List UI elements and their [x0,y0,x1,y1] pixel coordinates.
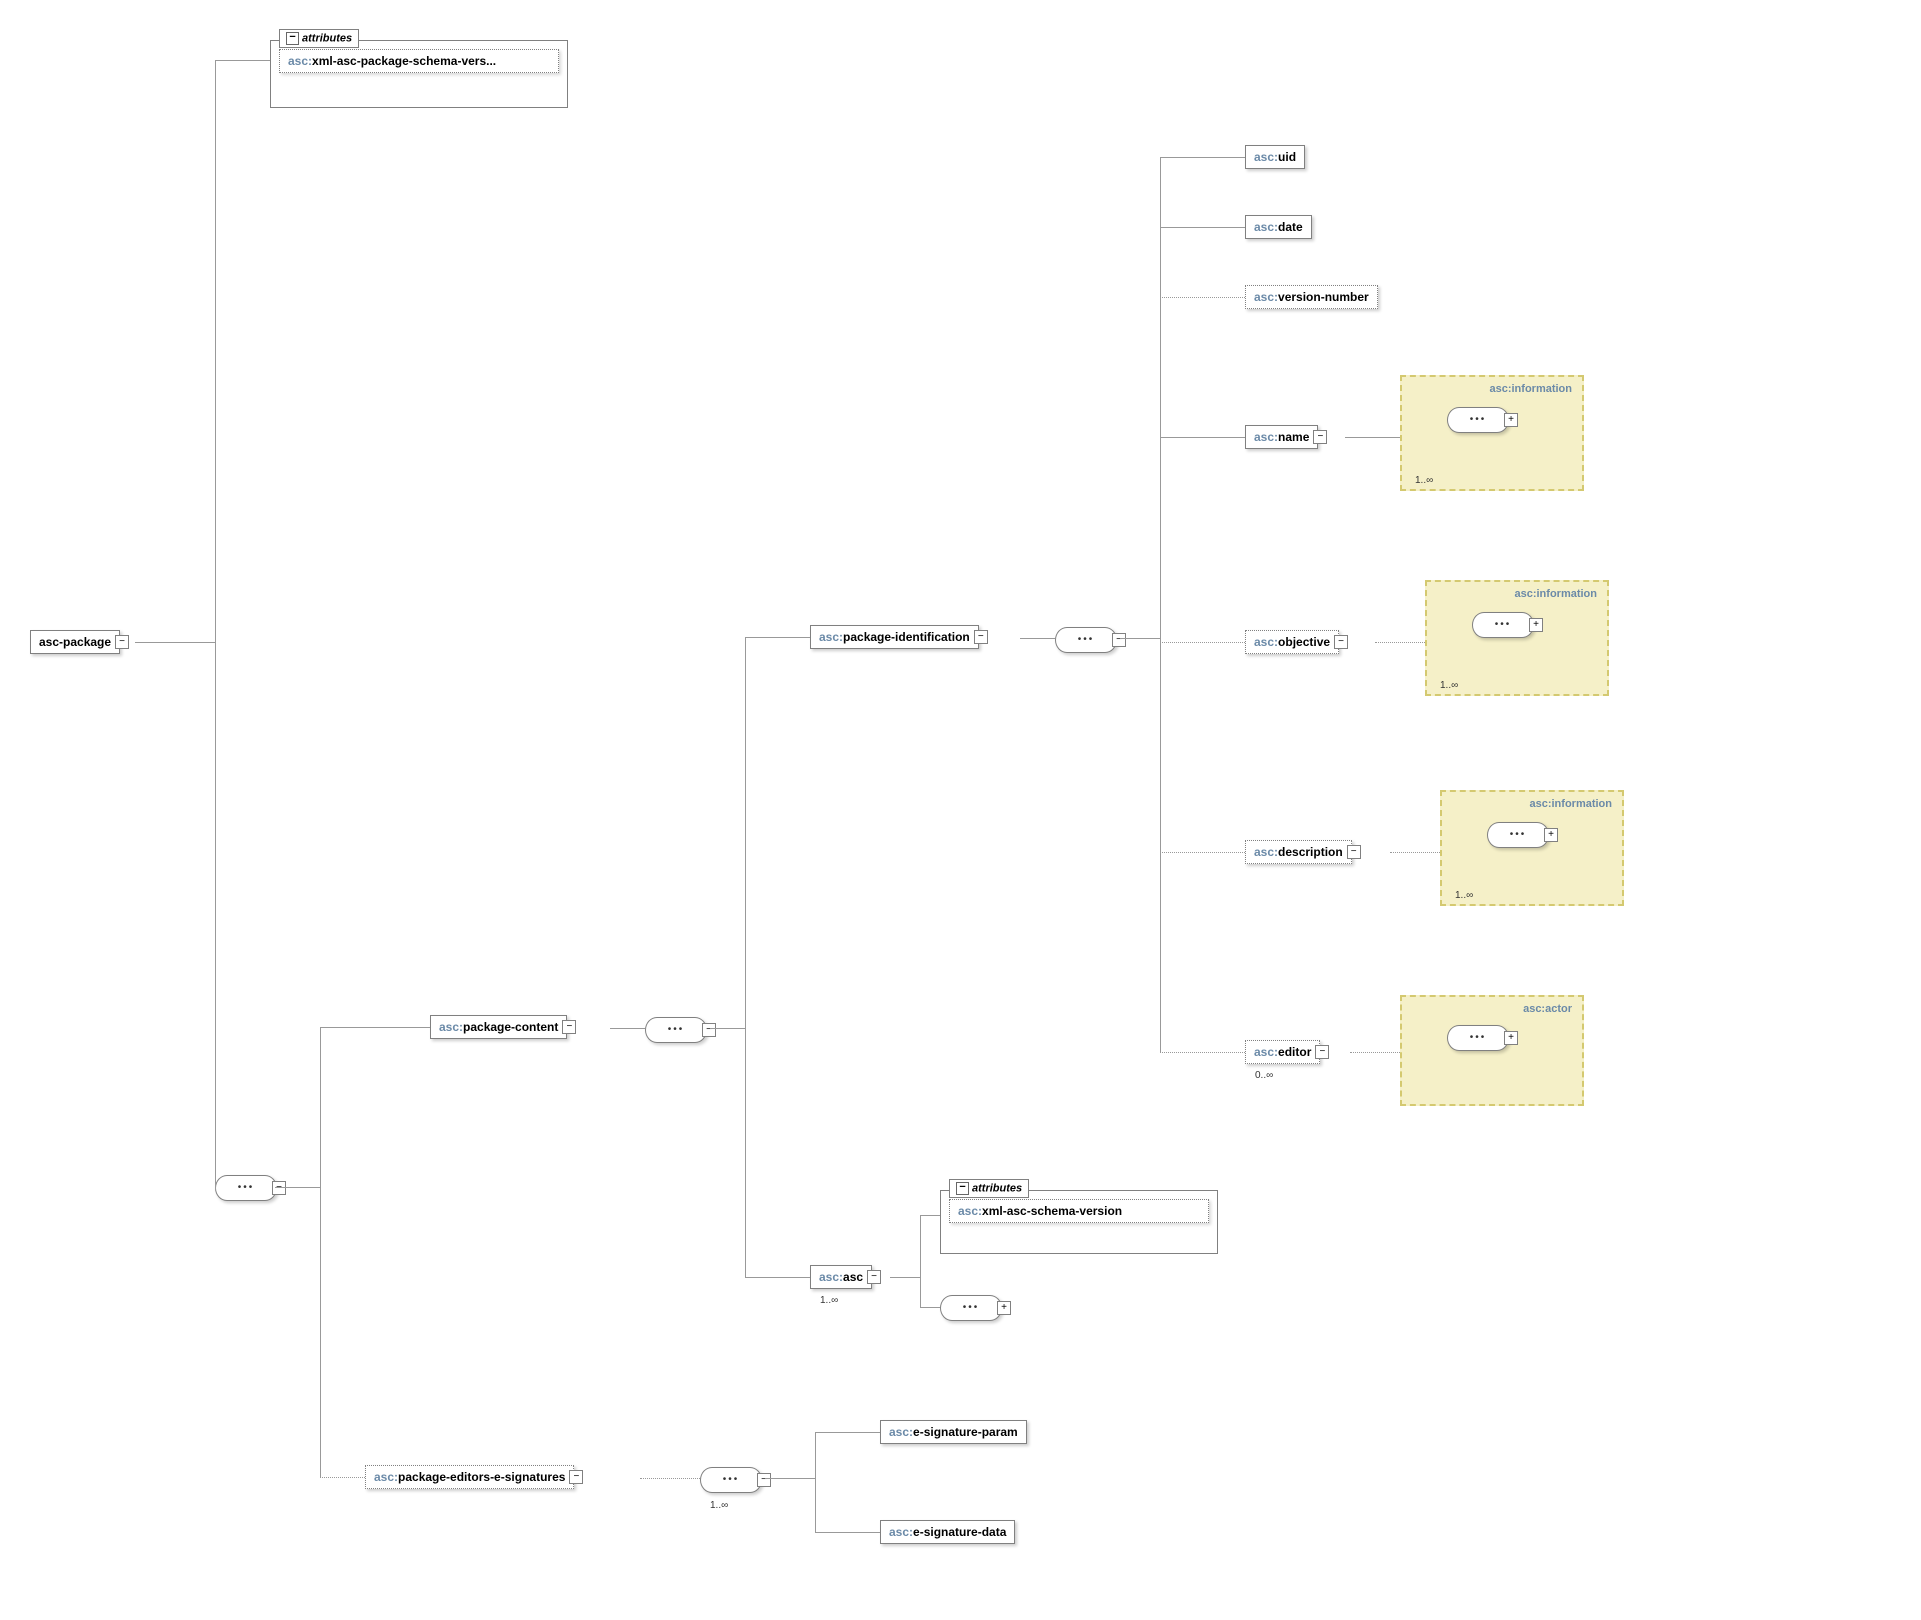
node-description[interactable]: asc:description − [1245,840,1352,864]
node-package-content[interactable]: asc:package-content − [430,1015,567,1039]
expand-icon[interactable]: + [1544,828,1558,842]
collapse-icon[interactable]: − [115,635,129,649]
attributes-header: −attributes [279,29,359,48]
attr-xml-asc-schema-version[interactable]: asc:xml-asc-schema-version [949,1199,1209,1223]
sequence-connector: + [940,1295,1002,1321]
group-information-objective: asc:information + [1425,580,1609,696]
collapse-icon[interactable]: − [1315,1045,1329,1059]
node-e-signature-param[interactable]: asc:e-signature-param [880,1420,1027,1444]
expand-icon[interactable]: + [1504,1031,1518,1045]
node-name[interactable]: asc:name − [1245,425,1318,449]
node-uid[interactable]: asc:uid [1245,145,1305,169]
sequence-connector: − [645,1017,707,1043]
sequence-connector: + [1447,1025,1509,1051]
node-e-signature-data[interactable]: asc:e-signature-data [880,1520,1015,1544]
collapse-icon[interactable]: − [867,1270,881,1284]
node-package-editors-e-signatures[interactable]: asc:package-editors-e-signatures − [365,1465,574,1489]
sequence-connector: − [700,1467,762,1493]
collapse-icon[interactable]: − [562,1020,576,1034]
collapse-icon[interactable]: − [1334,635,1348,649]
attributes-box: −attributes asc:xml-asc-package-schema-v… [270,40,568,108]
collapse-icon[interactable]: − [569,1470,583,1484]
sequence-connector: − [1055,627,1117,653]
node-editor[interactable]: asc:editor − [1245,1040,1320,1064]
node-version-number[interactable]: asc:version-number [1245,285,1378,309]
node-asc-asc[interactable]: asc:asc − [810,1265,872,1289]
collapse-icon[interactable]: − [757,1473,771,1487]
cardinality: 1..∞ [1415,475,1433,486]
attributes-header: −attributes [949,1179,1029,1198]
cardinality: 1..∞ [710,1500,728,1511]
cardinality: 1..∞ [820,1295,838,1306]
expand-icon[interactable]: + [1529,618,1543,632]
group-information-description: asc:information + [1440,790,1624,906]
attributes-box-asc: −attributes asc:xml-asc-schema-version [940,1190,1218,1254]
group-information-name: asc:information + [1400,375,1584,491]
collapse-icon[interactable]: − [702,1023,716,1037]
collapse-icon[interactable]: − [272,1181,286,1195]
collapse-icon[interactable]: − [1347,845,1361,859]
cardinality: 0..∞ [1255,1070,1273,1081]
expand-icon[interactable]: + [1504,413,1518,427]
node-asc-package[interactable]: asc-package − [30,630,120,654]
node-date[interactable]: asc:date [1245,215,1312,239]
expand-icon[interactable]: + [997,1301,1011,1315]
collapse-icon[interactable]: − [1112,633,1126,647]
node-package-identification[interactable]: asc:package-identification − [810,625,979,649]
schema-diagram: asc-package − −attributes asc:xml-asc-pa… [20,20,1900,1600]
attr-xml-asc-package-schema-version[interactable]: asc:xml-asc-package-schema-vers... [279,49,559,73]
collapse-icon[interactable]: − [1313,430,1327,444]
cardinality: 1..∞ [1455,890,1473,901]
sequence-connector: − [215,1175,277,1201]
collapse-icon[interactable]: − [974,630,988,644]
sequence-connector: + [1447,407,1509,433]
sequence-connector: + [1487,822,1549,848]
group-actor: asc:actor + [1400,995,1584,1106]
sequence-connector: + [1472,612,1534,638]
node-objective[interactable]: asc:objective − [1245,630,1339,654]
cardinality: 1..∞ [1440,680,1458,691]
